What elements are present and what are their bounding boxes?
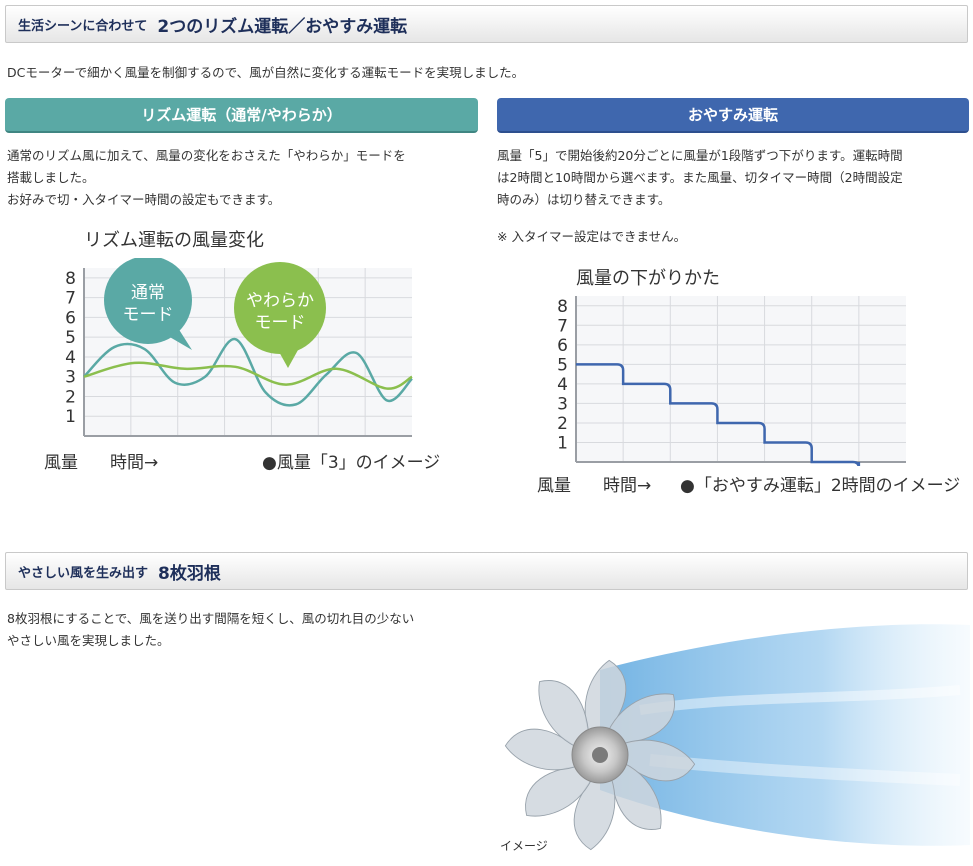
section-header-blades: やさしい風を生み出す 8枚羽根 <box>5 552 968 590</box>
sleep-chart-xlabel: 時間→ <box>603 476 652 496</box>
y-tick-label: 8 <box>65 269 76 289</box>
y-tick-label: 6 <box>557 336 568 356</box>
y-tick-label: 4 <box>65 348 76 368</box>
fan-center-cap <box>592 747 608 763</box>
rhythm-text-line: 搭載しました。 <box>7 170 95 185</box>
blades-description: 8枚羽根にすることで、風を送り出す間隔を短くし、風の切れ目の少ない やさしい風を… <box>7 608 414 652</box>
y-tick-label: 4 <box>557 375 568 395</box>
y-tick-label: 3 <box>65 368 76 388</box>
image-caption: イメージ <box>500 839 548 853</box>
sleep-mode-bar: おやすみ運転 <box>497 98 969 133</box>
sleep-text-line: は2時間と10時間から選べます。また風量、切タイマー時間（2時間設定 <box>497 170 903 185</box>
sleep-chart-ylabel: 風量 <box>537 476 571 496</box>
y-tick-label: 1 <box>557 433 568 453</box>
sleep-chart-annotation: ●「おやすみ運転」2時間のイメージ <box>680 476 961 496</box>
y-tick-label: 2 <box>65 387 76 407</box>
series-label: モード <box>123 305 174 325</box>
series-label: 通常 <box>131 283 165 303</box>
fan-illustration: イメージ <box>500 624 970 853</box>
rhythm-mode-bar: リズム運転（通常/やわらか） <box>5 98 478 133</box>
plot-area <box>576 296 906 462</box>
sleep-text-line: 時のみ）は切り替えできます。 <box>497 192 671 207</box>
section-title: 2つのリズム運転／おやすみ運転 <box>157 16 408 37</box>
rhythm-chart-title: リズム運転の風量変化 <box>84 230 264 251</box>
section-intro: DCモーターで細かく風量を制御するので、風が自然に変化する運転モードを実現しまし… <box>7 65 525 80</box>
rhythm-chart-xlabel: 時間→ <box>110 453 159 473</box>
y-tick-label: 3 <box>557 394 568 414</box>
sleep-text-line: 風量「5」で開始後約20分ごとに風量が1段階ずつ下がります。運転時間 <box>497 148 903 163</box>
section-subtitle: やさしい風を生み出す <box>18 565 149 581</box>
y-tick-label: 7 <box>65 289 76 309</box>
section-title: 8枚羽根 <box>158 563 221 584</box>
blades-text-line: やさしい風を実現しました。 <box>7 633 170 648</box>
rhythm-description: 通常のリズム風に加えて、風量の変化をおさえた「やわらか」モードを 搭載しました。… <box>7 145 406 211</box>
rhythm-chart-annotation: ●風量「3」のイメージ <box>262 453 441 473</box>
sleep-note: ※ 入タイマー設定はできません。 <box>497 229 687 244</box>
blades-text-line: 8枚羽根にすることで、風を送り出す間隔を短くし、風の切れ目の少ない <box>7 611 415 626</box>
sleep-chart: 12345678 <box>557 296 906 466</box>
rhythm-chart-ylabel: 風量 <box>44 453 78 473</box>
y-tick-label: 2 <box>557 414 568 434</box>
sleep-description: 風量「5」で開始後約20分ごとに風量が1段階ずつ下がります。運転時間 は2時間と… <box>497 145 903 211</box>
rhythm-text-line: 通常のリズム風に加えて、風量の変化をおさえた「やわらか」モードを <box>7 148 406 163</box>
series-label: モード <box>255 313 306 333</box>
y-tick-label: 5 <box>65 328 76 348</box>
section-header-rhythm: 生活シーンに合わせて 2つのリズム運転／おやすみ運転 <box>5 5 968 43</box>
rhythm-text-line: お好みで切・入タイマー時間の設定もできます。 <box>7 192 281 207</box>
series-label: やわらか <box>246 291 314 311</box>
y-tick-label: 1 <box>65 407 76 427</box>
y-tick-label: 8 <box>557 297 568 317</box>
section-subtitle: 生活シーンに合わせて <box>18 18 148 34</box>
y-tick-label: 7 <box>557 316 568 336</box>
rhythm-chart: 12345678通常モードやわらかモード <box>65 258 413 437</box>
y-tick-label: 6 <box>65 308 76 328</box>
y-tick-label: 5 <box>557 355 568 375</box>
